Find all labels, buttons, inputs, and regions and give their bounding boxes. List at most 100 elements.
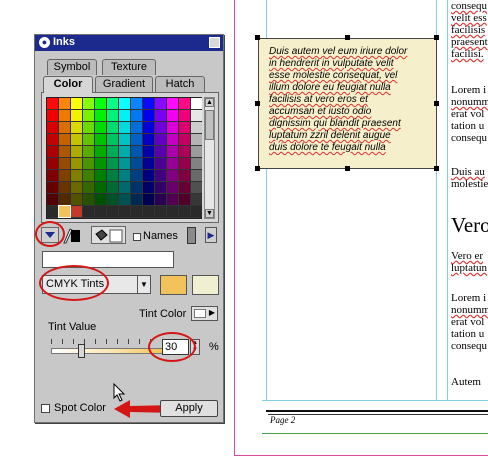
color-swatch[interactable] (58, 205, 71, 218)
color-swatch[interactable] (47, 194, 58, 205)
color-swatch[interactable] (155, 146, 166, 157)
color-swatch[interactable] (71, 206, 82, 217)
color-swatch[interactable] (155, 122, 166, 133)
tab-gradient[interactable]: Gradient (95, 76, 153, 92)
color-swatch[interactable] (155, 182, 166, 193)
color-swatch[interactable] (131, 98, 142, 109)
color-swatch[interactable] (167, 194, 178, 205)
color-swatch[interactable] (59, 110, 70, 121)
color-swatch[interactable] (191, 206, 202, 217)
color-swatch[interactable] (131, 122, 142, 133)
trash-icon[interactable] (187, 227, 196, 244)
color-swatch[interactable] (119, 158, 130, 169)
color-swatch[interactable] (47, 98, 58, 109)
secondary-color-chip[interactable] (192, 275, 219, 295)
color-swatch[interactable] (107, 146, 118, 157)
color-swatch[interactable] (191, 110, 202, 121)
color-swatch[interactable] (191, 122, 202, 133)
color-swatch[interactable] (167, 158, 178, 169)
color-swatch[interactable] (167, 122, 178, 133)
color-swatch[interactable] (71, 98, 82, 109)
scroll-thumb[interactable] (205, 110, 214, 140)
color-swatch[interactable] (179, 134, 190, 145)
color-swatch[interactable] (131, 158, 142, 169)
color-swatch[interactable] (131, 170, 142, 181)
color-swatch[interactable] (95, 182, 106, 193)
color-swatch[interactable] (143, 170, 154, 181)
color-swatch[interactable] (107, 134, 118, 145)
color-swatch[interactable] (167, 98, 178, 109)
color-swatch[interactable] (179, 194, 190, 205)
color-swatch[interactable] (83, 122, 94, 133)
color-swatch[interactable] (143, 134, 154, 145)
column-text-block[interactable]: Duis au molestie (451, 166, 488, 190)
color-swatch[interactable] (47, 206, 58, 217)
color-swatch[interactable] (95, 206, 106, 217)
color-swatch[interactable] (167, 170, 178, 181)
color-swatch[interactable] (155, 158, 166, 169)
color-swatch[interactable] (143, 98, 154, 109)
resize-handle[interactable] (434, 101, 439, 106)
color-swatch[interactable] (155, 110, 166, 121)
color-swatch[interactable] (47, 170, 58, 181)
color-swatch[interactable] (191, 134, 202, 145)
color-swatch[interactable] (83, 98, 94, 109)
color-swatch[interactable] (47, 110, 58, 121)
color-swatch[interactable] (83, 206, 94, 217)
color-swatch[interactable] (47, 122, 58, 133)
color-swatch[interactable] (107, 98, 118, 109)
color-swatch[interactable] (47, 182, 58, 193)
color-swatch[interactable] (191, 146, 202, 157)
color-swatch[interactable] (167, 146, 178, 157)
color-swatch[interactable] (179, 182, 190, 193)
color-swatch[interactable] (59, 170, 70, 181)
names-checkbox[interactable] (133, 233, 141, 241)
color-swatch[interactable] (107, 182, 118, 193)
tint-color-button[interactable]: ▶ (191, 306, 218, 321)
tint-slider-thumb[interactable] (78, 344, 85, 358)
color-swatch[interactable] (71, 110, 82, 121)
fill-stroke-icon[interactable] (62, 227, 82, 244)
color-swatch[interactable] (179, 98, 190, 109)
color-swatch[interactable] (83, 158, 94, 169)
resize-handle[interactable] (345, 166, 350, 171)
color-swatch[interactable] (95, 122, 106, 133)
color-swatch[interactable] (107, 206, 118, 217)
swatch-scrollbar[interactable]: ▲ ▼ (204, 97, 215, 219)
color-swatch[interactable] (155, 98, 166, 109)
color-swatch[interactable] (83, 182, 94, 193)
apply-color-button[interactable] (91, 226, 126, 244)
section-heading[interactable]: Vero (451, 214, 488, 236)
color-swatch[interactable] (179, 146, 190, 157)
color-swatch[interactable] (59, 158, 70, 169)
color-swatch[interactable] (143, 122, 154, 133)
primary-color-chip[interactable] (160, 275, 187, 295)
color-swatch[interactable] (119, 134, 130, 145)
color-swatch[interactable] (107, 158, 118, 169)
color-swatch[interactable] (167, 134, 178, 145)
color-swatch[interactable] (143, 110, 154, 121)
color-swatch[interactable] (59, 98, 70, 109)
palette-titlebar[interactable]: ● Inks (35, 35, 223, 51)
resize-handle[interactable] (255, 35, 260, 40)
color-swatch[interactable] (191, 98, 202, 109)
color-swatch[interactable] (191, 158, 202, 169)
color-swatch[interactable] (143, 194, 154, 205)
color-swatch[interactable] (155, 194, 166, 205)
color-swatch[interactable] (47, 134, 58, 145)
color-swatch[interactable] (191, 182, 202, 193)
resize-handle[interactable] (345, 35, 350, 40)
column-text-block[interactable]: Autem (451, 376, 481, 388)
color-swatch[interactable] (131, 134, 142, 145)
spot-color-checkbox[interactable] (41, 404, 50, 413)
color-swatch[interactable] (59, 134, 70, 145)
color-swatch[interactable] (131, 110, 142, 121)
color-swatch[interactable] (119, 122, 130, 133)
resize-handle[interactable] (255, 166, 260, 171)
color-swatch[interactable] (83, 146, 94, 157)
tab-symbol[interactable]: Symbol (47, 59, 97, 75)
scroll-down-icon[interactable]: ▼ (205, 209, 214, 218)
resize-handle[interactable] (434, 35, 439, 40)
tint-slider-track[interactable] (51, 348, 163, 354)
color-swatch[interactable] (179, 206, 190, 217)
